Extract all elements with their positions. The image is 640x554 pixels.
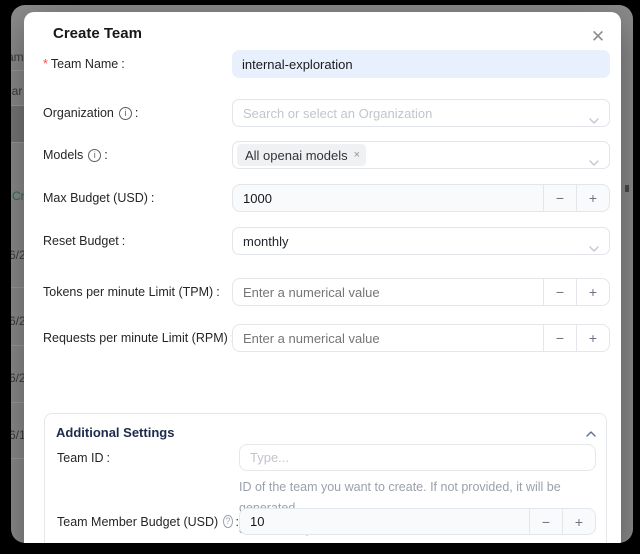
team-member-budget-label-text: Team Member Budget (USD) <box>57 515 218 529</box>
team-id-label: Team ID : <box>57 451 239 465</box>
create-team-modal: Create Team ✕ * Team Name : Organization… <box>24 12 621 543</box>
models-label-text: Models <box>43 148 83 162</box>
additional-settings-title: Additional Settings <box>56 425 174 440</box>
organization-label-text: Organization <box>43 106 114 120</box>
team-id-label-text: Team ID <box>57 451 104 465</box>
decrement-button[interactable]: − <box>543 325 576 351</box>
reset-budget-label-text: Reset Budget <box>43 234 119 248</box>
form-row-models: Models i : All openai models × <box>43 141 610 169</box>
form-row-team-member-budget: Team Member Budget (USD) ? : − + <box>57 508 596 535</box>
backdrop-row-divider <box>11 142 25 143</box>
reset-budget-select[interactable]: monthly <box>232 227 610 255</box>
model-tag-text: All openai models <box>245 148 348 163</box>
decrement-button[interactable]: − <box>529 509 562 534</box>
team-member-budget-stepper: − + <box>239 508 596 535</box>
backdrop-row-block <box>11 106 25 142</box>
form-row-team-name: * Team Name : <box>43 50 610 78</box>
max-budget-label: Max Budget (USD) : <box>43 191 232 205</box>
reset-budget-value: monthly <box>243 234 289 249</box>
reset-budget-label: Reset Budget : <box>43 234 232 248</box>
backdrop-text-fragment: am <box>11 50 24 64</box>
max-budget-input[interactable] <box>233 185 543 211</box>
rpm-label: Requests per minute Limit (RPM) : <box>43 331 232 345</box>
backdrop-row-divider <box>11 458 25 459</box>
tpm-label-text: Tokens per minute Limit (TPM) <box>43 285 213 299</box>
team-member-budget-input[interactable] <box>240 509 529 534</box>
required-asterisk: * <box>43 57 48 71</box>
label-colon: : <box>135 106 138 120</box>
info-icon[interactable]: i <box>88 149 101 162</box>
help-icon[interactable]: ? <box>223 515 232 528</box>
increment-button[interactable]: + <box>576 325 609 351</box>
label-colon: : <box>122 234 125 248</box>
additional-settings-card: Additional Settings Team ID : ID of the … <box>44 413 607 543</box>
form-row-team-id: Team ID : <box>57 444 596 471</box>
backdrop-row-divider <box>11 70 25 71</box>
backdrop-text-fragment <box>625 185 629 192</box>
backdrop-row-divider <box>11 105 25 106</box>
increment-button[interactable]: + <box>576 185 609 211</box>
label-colon: : <box>151 191 154 205</box>
team-member-budget-label: Team Member Budget (USD) ? : <box>57 515 239 529</box>
rpm-stepper: − + <box>232 324 610 352</box>
max-budget-label-text: Max Budget (USD) <box>43 191 148 205</box>
rpm-label-text: Requests per minute Limit (RPM) <box>43 331 228 345</box>
form-row-organization: Organization i : Search or select an Org… <box>43 99 610 127</box>
models-label: Models i : <box>43 148 232 162</box>
organization-select[interactable]: Search or select an Organization <box>232 99 610 127</box>
increment-button[interactable]: + <box>562 509 595 534</box>
organization-placeholder: Search or select an Organization <box>243 106 432 121</box>
label-colon: : <box>107 451 110 465</box>
additional-settings-header[interactable]: Additional Settings <box>56 422 596 442</box>
backdrop-text-fragment: har <box>11 84 22 98</box>
backdrop-row-divider <box>11 402 25 403</box>
label-colon: : <box>216 285 219 299</box>
modal-title: Create Team <box>53 25 142 42</box>
chevron-down-icon <box>589 111 599 129</box>
backdrop-row-divider <box>11 287 25 288</box>
team-name-input[interactable] <box>232 50 610 78</box>
tag-close-icon[interactable]: × <box>354 149 360 161</box>
decrement-button[interactable]: − <box>543 279 576 305</box>
dimmed-background-window: am har Cre 6/2 6/2 6/2 6/1 Create Team ✕… <box>11 5 633 543</box>
close-icon[interactable]: ✕ <box>587 26 609 48</box>
info-icon[interactable]: i <box>119 107 132 120</box>
label-colon: : <box>121 57 124 71</box>
team-name-label: * Team Name : <box>43 57 232 71</box>
label-colon: : <box>104 148 107 162</box>
chevron-up-icon[interactable] <box>586 424 596 442</box>
model-tag: All openai models × <box>237 144 366 166</box>
decrement-button[interactable]: − <box>543 185 576 211</box>
increment-button[interactable]: + <box>576 279 609 305</box>
tpm-input[interactable] <box>233 279 543 305</box>
models-select[interactable]: All openai models × <box>232 141 610 169</box>
form-row-tpm: Tokens per minute Limit (TPM) : − + <box>43 278 610 306</box>
backdrop-row-divider <box>11 345 25 346</box>
team-name-label-text: Team Name <box>51 57 118 71</box>
organization-label: Organization i : <box>43 106 232 120</box>
max-budget-stepper: − + <box>232 184 610 212</box>
form-row-reset-budget: Reset Budget : monthly <box>43 227 610 255</box>
chevron-down-icon <box>589 153 599 171</box>
tpm-label: Tokens per minute Limit (TPM) : <box>43 285 232 299</box>
tpm-stepper: − + <box>232 278 610 306</box>
form-row-rpm: Requests per minute Limit (RPM) : − + <box>43 324 610 352</box>
chevron-down-icon <box>589 239 599 257</box>
form-row-max-budget: Max Budget (USD) : − + <box>43 184 610 212</box>
rpm-input[interactable] <box>233 325 543 351</box>
team-id-input[interactable] <box>239 444 596 471</box>
